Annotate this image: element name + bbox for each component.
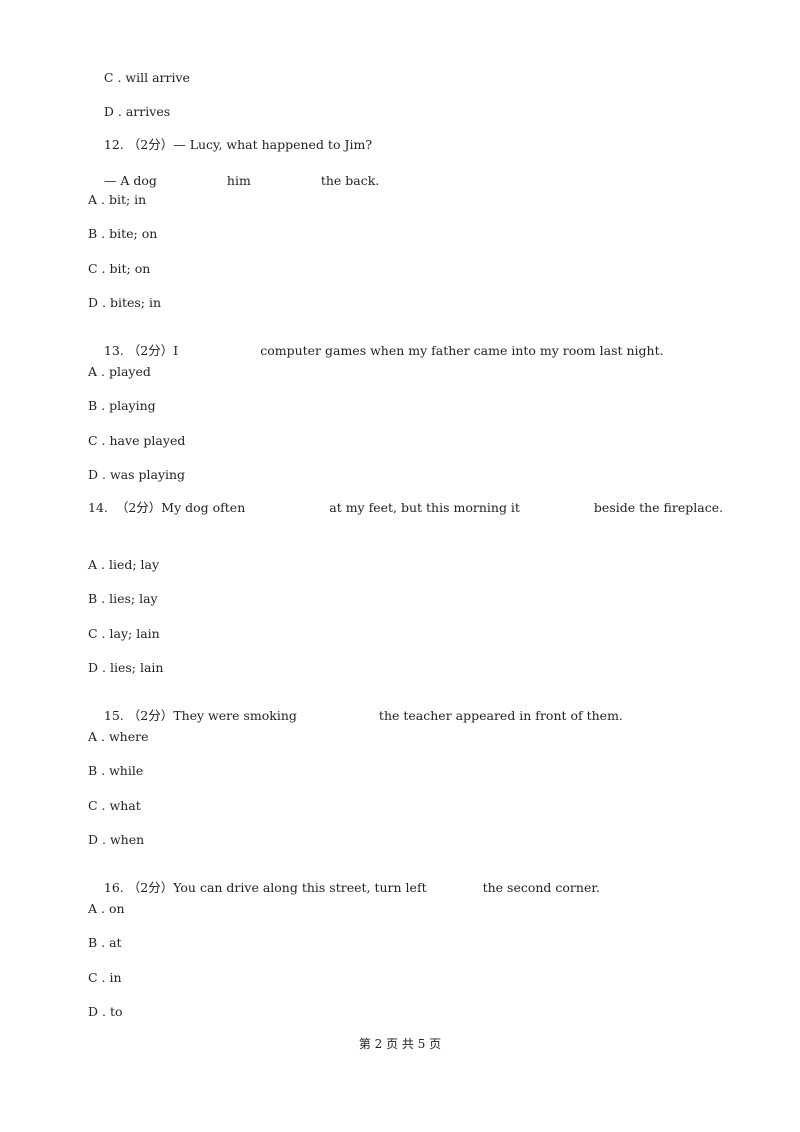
question-12-option-a: A . bit; in <box>88 192 147 207</box>
question-text: the back. <box>320 173 380 188</box>
question-number: 14. <box>88 500 108 515</box>
question-12-option-c: C . bit; on <box>88 261 151 276</box>
option-text: lied; lay <box>108 557 160 572</box>
option-text: will arrive <box>125 70 190 85</box>
option-letter: B <box>88 226 98 241</box>
option-letter: D <box>88 1004 99 1019</box>
option-text: to <box>109 1004 123 1019</box>
question-15-option-a: A . where <box>88 729 149 744</box>
option-text: when <box>109 832 145 847</box>
question-14-stem: 14. （2分）My dog often at my feet, but thi… <box>49 496 752 519</box>
option-text: played <box>108 364 151 379</box>
question-15-option-d: D . when <box>88 832 145 847</box>
option-text: while <box>109 763 144 778</box>
question-text: My dog often <box>161 500 246 515</box>
option-text: have played <box>109 433 186 448</box>
option-letter: C <box>88 798 98 813</box>
option-letter: B <box>88 763 98 778</box>
question-12-option-b: B . bite; on <box>88 226 158 241</box>
question-text: him <box>226 173 251 188</box>
option-letter: B <box>88 591 98 606</box>
option-letter: D <box>88 832 99 847</box>
question-score: （2分） <box>127 880 174 895</box>
option-letter: D <box>88 295 99 310</box>
question-15-stem: 15. （2分）They were smoking the teacher app… <box>88 692 623 740</box>
question-number: 16. <box>103 880 124 895</box>
question-score: （2分） <box>127 343 174 358</box>
option-text: what <box>109 798 141 813</box>
question-text: — Lucy, what happened to Jim? <box>173 137 373 152</box>
option-text: bit; on <box>109 261 151 276</box>
option-letter: C <box>88 433 98 448</box>
question-number: 15. <box>103 708 124 723</box>
question-13-option-b: B . playing <box>88 398 156 413</box>
question-text: I <box>173 343 179 358</box>
question-text: at my feet, but this morning it <box>329 500 520 515</box>
page-footer: 第 2 页 共 5 页 <box>358 1037 442 1051</box>
question-14-option-c: C . lay; lain <box>88 626 160 641</box>
option-letter: D <box>88 467 99 482</box>
question-13-option-d: D . was playing <box>88 467 186 482</box>
option-letter: A <box>88 729 98 744</box>
option-text: on <box>108 901 125 916</box>
question-15-option-c: C . what <box>88 798 141 813</box>
option-text: playing <box>109 398 156 413</box>
option-text: was playing <box>109 467 186 482</box>
option-letter: B <box>88 398 98 413</box>
question-text: the second corner. <box>482 880 600 895</box>
question-13-option-a: A . played <box>88 364 151 379</box>
question-13-stem: 13. （2分）I computer games when my father c… <box>88 327 664 375</box>
question-number: 12. <box>103 137 124 152</box>
question-number: 13. <box>103 343 124 358</box>
option-text: bit; in <box>108 192 147 207</box>
question-text: They were smoking <box>173 708 297 723</box>
option-letter: A <box>88 557 98 572</box>
question-14-option-d: D . lies; lain <box>88 660 164 675</box>
option-text: where <box>108 729 149 744</box>
option-letter: A <box>88 901 98 916</box>
option-letter: D <box>88 660 99 675</box>
option-letter: C <box>88 626 98 641</box>
question-16-option-b: B . at <box>88 935 122 950</box>
question-16-stem: 16. （2分）You can drive along this street,… <box>88 864 600 912</box>
option-letter: D <box>103 104 114 119</box>
option-letter: C <box>88 970 98 985</box>
question-text: beside the fireplace. <box>593 500 724 515</box>
question-13-option-c: C . have played <box>88 433 186 448</box>
option-text: arrives <box>125 104 171 119</box>
option-text: lay; lain <box>109 626 160 641</box>
question-text: You can drive along this street, turn le… <box>173 880 427 895</box>
option-letter: C <box>103 70 114 85</box>
option-text: lies; lain <box>109 660 164 675</box>
question-score: （2分） <box>115 500 162 515</box>
question-text: computer games when my father came into … <box>260 343 664 358</box>
option-text: bite; on <box>109 226 158 241</box>
question-score: （2分） <box>127 137 174 152</box>
question-16-option-d: D . to <box>88 1004 123 1019</box>
question-text: the teacher appeared in front of them. <box>378 708 623 723</box>
question-15-option-b: B . while <box>88 763 144 778</box>
option-letter: A <box>88 192 98 207</box>
question-12-option-d: D . bites; in <box>88 295 162 310</box>
question-14-option-b: B . lies; lay <box>88 591 158 606</box>
option-text: lies; lay <box>109 591 158 606</box>
question-16-option-c: C . in <box>88 970 122 985</box>
option-letter: C <box>88 261 98 276</box>
option-letter: A <box>88 364 98 379</box>
question-text: — A dog <box>103 173 157 188</box>
question-14-option-a: A . lied; lay <box>88 557 160 572</box>
question-16-option-a: A . on <box>88 901 125 916</box>
option-letter: B <box>88 935 98 950</box>
option-text: at <box>109 935 122 950</box>
option-text: bites; in <box>109 295 162 310</box>
option-text: in <box>109 970 122 985</box>
question-score: （2分） <box>127 708 174 723</box>
